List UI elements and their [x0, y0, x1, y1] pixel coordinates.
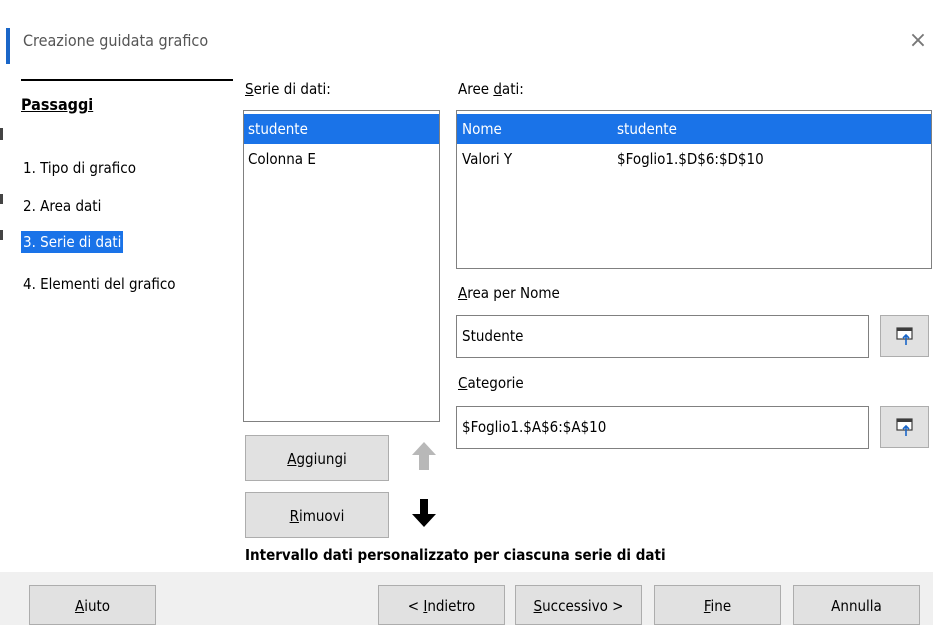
categories-input[interactable]: $Foglio1.$A$6:$A$10 [456, 406, 869, 449]
cancel-button[interactable]: Annulla [793, 585, 920, 625]
range-row-y-values[interactable]: Valori Y $Foglio1.$D$6:$D$10 [457, 144, 931, 174]
series-item-colonna-e[interactable]: Colonna E [244, 144, 439, 174]
custom-range-note: Intervallo dati personalizzato per ciasc… [245, 546, 666, 564]
steps-divider [21, 79, 233, 81]
shrink-dialog-icon [896, 418, 913, 436]
steps-heading: Passaggi [21, 95, 94, 114]
series-item-studente[interactable]: studente [244, 114, 439, 144]
move-down-arrow-icon[interactable] [409, 497, 439, 529]
back-button[interactable]: < Indietro [378, 585, 505, 625]
shrink-dialog-icon [896, 327, 913, 345]
background-edge-mark [0, 230, 3, 240]
title-accent-bar [6, 28, 10, 64]
finish-button[interactable]: Fine [654, 585, 781, 625]
range-role: Valori Y [462, 150, 513, 168]
range-for-name-label: Area per Nome [458, 284, 560, 302]
help-button[interactable]: Aiuto [29, 585, 156, 625]
select-range-button[interactable] [880, 406, 929, 448]
range-role: Nome [462, 120, 502, 138]
step-data-range[interactable]: 2. Area dati [21, 195, 103, 217]
add-series-button[interactable]: Aggiungi [245, 435, 389, 481]
step-data-series[interactable]: 3. Serie di dati [21, 231, 124, 253]
categories-label: Categorie [458, 374, 524, 392]
data-series-label: Serie di dati: [245, 80, 331, 98]
range-value: $Foglio1.$D$6:$D$10 [617, 150, 764, 168]
step-chart-type[interactable]: 1. Tipo di grafico [21, 157, 138, 179]
data-ranges-list[interactable]: Nome studente Valori Y $Foglio1.$D$6:$D$… [456, 110, 932, 269]
move-up-arrow-icon[interactable] [409, 440, 439, 472]
remove-series-button[interactable]: Rimuovi [245, 492, 389, 538]
range-value: studente [617, 120, 677, 138]
step-chart-elements[interactable]: 4. Elementi del grafico [21, 273, 178, 295]
select-range-button[interactable] [880, 315, 929, 357]
range-for-name-input[interactable]: Studente [456, 315, 869, 358]
background-edge-mark [0, 128, 3, 140]
range-row-name[interactable]: Nome studente [457, 114, 931, 144]
close-button[interactable]: × [905, 28, 931, 54]
background-edge-mark [0, 194, 3, 204]
next-button[interactable]: Successivo > [515, 585, 642, 625]
data-ranges-label: Aree dati: [458, 80, 524, 98]
window-title: Creazione guidata grafico [23, 31, 209, 50]
data-series-list[interactable]: studente Colonna E [243, 110, 440, 422]
